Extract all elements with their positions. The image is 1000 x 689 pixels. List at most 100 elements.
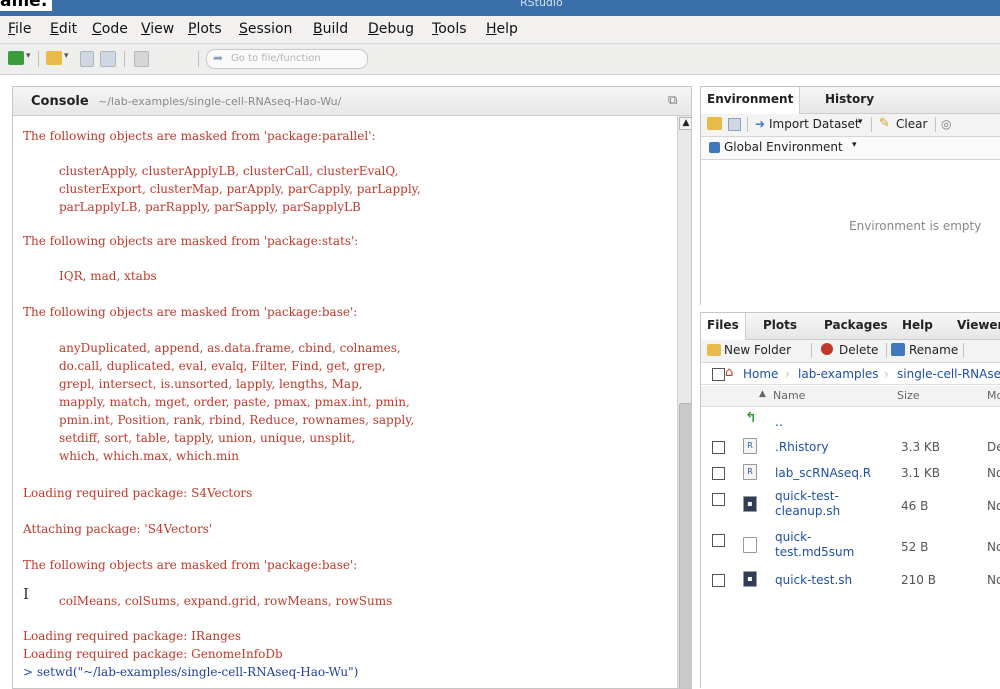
menu-edit[interactable]: Edit	[50, 21, 77, 37]
go-to-placeholder: Go to file/function	[231, 53, 321, 64]
new-file-icon[interactable]	[8, 51, 24, 65]
menu-view[interactable]: View	[141, 21, 174, 37]
parent-directory-icon: ↰	[745, 410, 757, 426]
files-column-header: ▲ Name Size Modified	[701, 386, 1000, 407]
file-row[interactable]: R lab_scRNAseq.R 3.1 KB No	[701, 461, 1000, 485]
menu-file[interactable]: File	[8, 21, 31, 37]
file-row[interactable]: quick- test.md5sum 52 B No	[701, 528, 1000, 566]
new-folder-icon	[707, 344, 721, 356]
window-title: RStudio	[520, 0, 563, 9]
file-name-link[interactable]: .Rhistory	[775, 440, 828, 454]
file-name-link-line2[interactable]: test.md5sum	[775, 545, 854, 559]
console-line: clusterExport, clusterMap, parApply, par…	[59, 182, 421, 196]
tab-help[interactable]: Help	[902, 318, 933, 332]
file-checkbox[interactable]	[712, 467, 725, 480]
refresh-icon[interactable]: ◎	[941, 117, 951, 131]
maximize-pane-icon[interactable]: ⧉	[668, 93, 677, 108]
breadcrumb-home[interactable]: Home	[743, 367, 778, 381]
parent-directory-link[interactable]: ..	[775, 415, 783, 429]
tab-plots[interactable]: Plots	[763, 318, 797, 332]
toolbar-separator	[124, 51, 125, 67]
scroll-up-icon[interactable]: ▲	[679, 117, 691, 130]
new-file-dropdown-icon[interactable]: ▾	[26, 51, 31, 61]
menu-debug[interactable]: Debug	[368, 21, 414, 37]
file-checkbox[interactable]	[712, 493, 725, 506]
file-name-link-line2[interactable]: cleanup.sh	[775, 504, 840, 518]
console-line: Loading required package: IRanges	[23, 629, 242, 643]
window-corner-text: ame:	[0, 0, 52, 11]
environment-pane: Environment History ➜ Import Dataset ▾ ✎…	[700, 86, 1000, 305]
tab-viewer[interactable]: Viewer	[957, 318, 1000, 332]
console-command: > setwd("~/lab-examples/single-cell-RNAs…	[23, 665, 359, 679]
file-checkbox[interactable]	[712, 534, 725, 547]
open-dropdown-icon[interactable]: ▾	[64, 51, 69, 61]
text-file-icon	[743, 537, 757, 553]
console-line: The following objects are masked from 'p…	[23, 234, 359, 248]
console-line: The following objects are masked from 'p…	[23, 305, 358, 319]
console-output[interactable]: The following objects are masked from 'p…	[13, 116, 673, 688]
save-workspace-icon[interactable]	[728, 118, 741, 131]
column-size[interactable]: Size	[897, 389, 920, 402]
shell-script-file-icon: ▪	[743, 571, 757, 587]
file-row-parent[interactable]: ↰ ..	[701, 409, 1000, 431]
breadcrumb-current-folder[interactable]: single-cell-RNAseq-Hao-Wu	[897, 367, 1000, 381]
file-name-link-line1[interactable]: quick-	[775, 530, 811, 544]
menu-code[interactable]: Code	[92, 21, 128, 37]
console-line: pmin.int, Position, rank, rbind, Reduce,…	[59, 413, 415, 427]
save-icon[interactable]	[80, 51, 94, 67]
scope-dropdown-icon[interactable]: ▾	[852, 140, 857, 150]
file-row[interactable]: ▪ quick-test- cleanup.sh 46 B No	[701, 487, 1000, 525]
tab-history[interactable]: History	[825, 92, 874, 106]
file-checkbox[interactable]	[712, 574, 725, 587]
save-all-icon[interactable]	[100, 51, 116, 67]
rename-button[interactable]: Rename	[909, 343, 958, 357]
import-dataset-button[interactable]: Import Dataset	[769, 117, 860, 131]
menu-build[interactable]: Build	[313, 21, 348, 37]
console-line: grepl, intersect, is.unsorted, lapply, l…	[59, 377, 363, 391]
menu-help[interactable]: Help	[486, 21, 518, 37]
console-line: clusterApply, clusterApplyLB, clusterCal…	[59, 164, 399, 178]
file-modified: No	[987, 499, 1000, 513]
load-workspace-icon[interactable]	[707, 117, 722, 130]
delete-button[interactable]: Delete	[839, 343, 878, 357]
breadcrumb-lab-examples[interactable]: lab-examples	[798, 367, 879, 381]
tab-files[interactable]: Files	[701, 313, 746, 340]
console-line: The following objects are masked from 'p…	[23, 129, 376, 143]
go-to-file-input[interactable]: ➦ Go to file/function	[206, 49, 368, 69]
file-size: 3.1 KB	[901, 466, 940, 480]
menu-plots[interactable]: Plots	[188, 21, 222, 37]
new-folder-button[interactable]: New Folder	[724, 343, 791, 357]
file-checkbox[interactable]	[712, 441, 725, 454]
menu-tools[interactable]: Tools	[432, 21, 467, 37]
breadcrumb-separator: ›	[884, 367, 889, 381]
console-line: The following objects are masked from 'p…	[23, 558, 358, 572]
file-name-link[interactable]: lab_scRNAseq.R	[775, 466, 871, 480]
column-modified[interactable]: Modified	[987, 389, 1000, 402]
print-icon[interactable]	[134, 51, 149, 67]
tab-packages[interactable]: Packages	[824, 318, 888, 332]
toolbar-separator	[38, 51, 39, 67]
console-title[interactable]: Console	[31, 94, 89, 109]
tab-environment[interactable]: Environment	[701, 87, 801, 114]
import-dropdown-icon[interactable]: ▾	[858, 117, 863, 127]
file-size: 210 B	[901, 573, 936, 587]
environment-empty-message: Environment is empty	[849, 219, 982, 233]
column-name[interactable]: Name	[773, 389, 805, 402]
breadcrumb: ⌂ Home › lab-examples › single-cell-RNAs…	[701, 364, 1000, 385]
files-pane: Files Plots Packages Help Viewer New Fol…	[700, 312, 1000, 688]
global-environment-selector[interactable]: Global Environment	[724, 140, 843, 154]
history-file-icon: R	[743, 438, 757, 454]
file-name-link-line1[interactable]: quick-test-	[775, 489, 839, 503]
select-all-checkbox[interactable]	[712, 368, 725, 381]
console-line: anyDuplicated, append, as.data.frame, cb…	[59, 341, 401, 355]
file-row[interactable]: ▪ quick-test.sh 210 B No	[701, 568, 1000, 592]
clear-button[interactable]: Clear	[896, 117, 927, 131]
menu-session[interactable]: Session	[239, 21, 292, 37]
toolbar-separator	[871, 117, 872, 132]
files-toolbar: New Folder Delete Rename	[701, 340, 1000, 363]
file-row[interactable]: R .Rhistory 3.3 KB De	[701, 435, 1000, 459]
file-name-link[interactable]: quick-test.sh	[775, 573, 852, 587]
scrollbar-thumb[interactable]	[679, 403, 691, 688]
console-scrollbar[interactable]: ▲	[677, 116, 691, 688]
open-folder-icon[interactable]	[46, 51, 62, 65]
